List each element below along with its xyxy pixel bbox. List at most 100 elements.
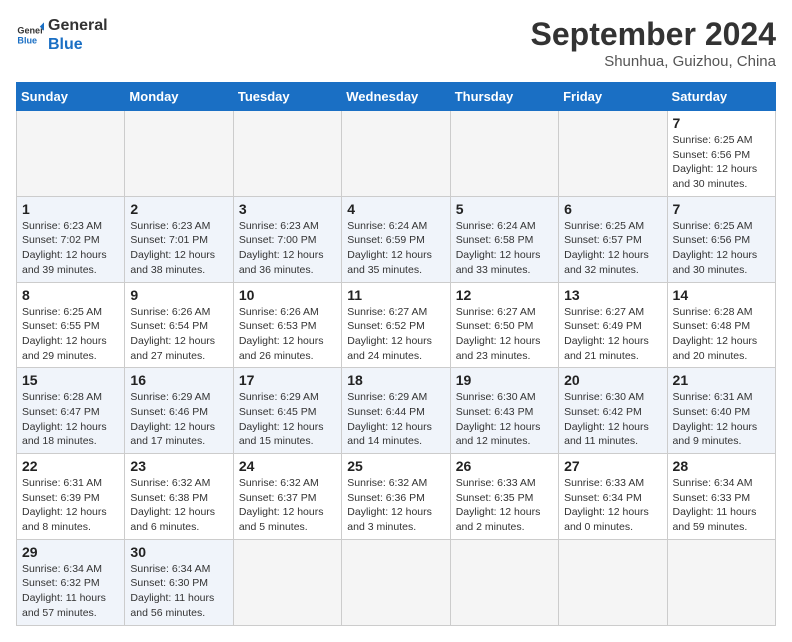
day-number: 13 — [564, 287, 661, 303]
table-cell — [342, 539, 450, 625]
day-number: 28 — [673, 458, 770, 474]
col-sunday: Sunday — [17, 83, 125, 111]
sunrise-text: Sunrise: 6:27 AM — [456, 306, 536, 318]
table-cell: 19 Sunrise: 6:30 AM Sunset: 6:43 PM Dayl… — [450, 368, 558, 454]
sunset-text: Sunset: 6:32 PM — [22, 577, 100, 589]
sunset-text: Sunset: 6:47 PM — [22, 406, 100, 418]
calendar-row: 29 Sunrise: 6:34 AM Sunset: 6:32 PM Dayl… — [17, 539, 776, 625]
sunset-text: Sunset: 6:56 PM — [673, 234, 751, 246]
daylight-text: Daylight: 12 hours and 2 minutes. — [456, 506, 541, 533]
table-cell — [342, 111, 450, 197]
sunset-text: Sunset: 6:37 PM — [239, 492, 317, 504]
sunset-text: Sunset: 6:59 PM — [347, 234, 425, 246]
calendar-row: 7 Sunrise: 6:25 AM Sunset: 6:56 PM Dayli… — [17, 111, 776, 197]
sunset-text: Sunset: 6:42 PM — [564, 406, 642, 418]
sunrise-text: Sunrise: 6:33 AM — [456, 477, 536, 489]
logo-icon: General Blue — [16, 21, 44, 49]
logo-text-general: General — [48, 16, 108, 35]
day-number: 22 — [22, 458, 119, 474]
sunset-text: Sunset: 6:55 PM — [22, 320, 100, 332]
daylight-text: Daylight: 12 hours and 21 minutes. — [564, 335, 649, 362]
sunrise-text: Sunrise: 6:25 AM — [673, 220, 753, 232]
daylight-text: Daylight: 12 hours and 11 minutes. — [564, 421, 649, 448]
sunrise-text: Sunrise: 6:25 AM — [673, 134, 753, 146]
daylight-text: Daylight: 12 hours and 30 minutes. — [673, 163, 758, 190]
day-number: 1 — [22, 201, 119, 217]
col-wednesday: Wednesday — [342, 83, 450, 111]
table-cell: 20 Sunrise: 6:30 AM Sunset: 6:42 PM Dayl… — [559, 368, 667, 454]
table-cell: 11 Sunrise: 6:27 AM Sunset: 6:52 PM Dayl… — [342, 282, 450, 368]
daylight-text: Daylight: 12 hours and 23 minutes. — [456, 335, 541, 362]
daylight-text: Daylight: 12 hours and 12 minutes. — [456, 421, 541, 448]
sunset-text: Sunset: 6:46 PM — [130, 406, 208, 418]
table-cell: 15 Sunrise: 6:28 AM Sunset: 6:47 PM Dayl… — [17, 368, 125, 454]
day-number: 14 — [673, 287, 770, 303]
table-cell: 6 Sunrise: 6:25 AM Sunset: 6:57 PM Dayli… — [559, 196, 667, 282]
table-cell: 25 Sunrise: 6:32 AM Sunset: 6:36 PM Dayl… — [342, 454, 450, 540]
sunrise-text: Sunrise: 6:31 AM — [22, 477, 102, 489]
sunset-text: Sunset: 7:01 PM — [130, 234, 208, 246]
daylight-text: Daylight: 12 hours and 33 minutes. — [456, 249, 541, 276]
table-cell — [450, 111, 558, 197]
table-cell: 27 Sunrise: 6:33 AM Sunset: 6:34 PM Dayl… — [559, 454, 667, 540]
sunrise-text: Sunrise: 6:28 AM — [673, 306, 753, 318]
daylight-text: Daylight: 12 hours and 39 minutes. — [22, 249, 107, 276]
sunrise-text: Sunrise: 6:25 AM — [22, 306, 102, 318]
table-cell: 23 Sunrise: 6:32 AM Sunset: 6:38 PM Dayl… — [125, 454, 233, 540]
day-number: 21 — [673, 372, 770, 388]
col-friday: Friday — [559, 83, 667, 111]
day-number: 12 — [456, 287, 553, 303]
day-number: 3 — [239, 201, 336, 217]
sunrise-text: Sunrise: 6:30 AM — [456, 391, 536, 403]
sunset-text: Sunset: 6:30 PM — [130, 577, 208, 589]
sunrise-text: Sunrise: 6:26 AM — [239, 306, 319, 318]
table-cell: 13 Sunrise: 6:27 AM Sunset: 6:49 PM Dayl… — [559, 282, 667, 368]
table-cell: 17 Sunrise: 6:29 AM Sunset: 6:45 PM Dayl… — [233, 368, 341, 454]
sunset-text: Sunset: 6:44 PM — [347, 406, 425, 418]
sunset-text: Sunset: 6:57 PM — [564, 234, 642, 246]
sunrise-text: Sunrise: 6:31 AM — [673, 391, 753, 403]
daylight-text: Daylight: 12 hours and 24 minutes. — [347, 335, 432, 362]
sunset-text: Sunset: 6:38 PM — [130, 492, 208, 504]
page-header: General Blue General Blue September 2024… — [16, 16, 776, 70]
table-cell — [667, 539, 775, 625]
table-cell — [233, 111, 341, 197]
day-number: 19 — [456, 372, 553, 388]
location: Shunhua, Guizhou, China — [531, 53, 776, 70]
daylight-text: Daylight: 12 hours and 14 minutes. — [347, 421, 432, 448]
table-cell: 9 Sunrise: 6:26 AM Sunset: 6:54 PM Dayli… — [125, 282, 233, 368]
sunrise-text: Sunrise: 6:23 AM — [22, 220, 102, 232]
sunrise-text: Sunrise: 6:32 AM — [347, 477, 427, 489]
day-number: 7 — [673, 115, 770, 131]
sunset-text: Sunset: 6:39 PM — [22, 492, 100, 504]
calendar-header-row: Sunday Monday Tuesday Wednesday Thursday… — [17, 83, 776, 111]
daylight-text: Daylight: 12 hours and 15 minutes. — [239, 421, 324, 448]
col-monday: Monday — [125, 83, 233, 111]
day-number: 11 — [347, 287, 444, 303]
svg-text:General: General — [17, 26, 44, 36]
sunrise-text: Sunrise: 6:24 AM — [347, 220, 427, 232]
sunset-text: Sunset: 6:52 PM — [347, 320, 425, 332]
day-number: 24 — [239, 458, 336, 474]
daylight-text: Daylight: 12 hours and 20 minutes. — [673, 335, 758, 362]
sunrise-text: Sunrise: 6:23 AM — [130, 220, 210, 232]
table-cell — [559, 111, 667, 197]
daylight-text: Daylight: 11 hours and 59 minutes. — [673, 506, 757, 533]
sunrise-text: Sunrise: 6:29 AM — [347, 391, 427, 403]
daylight-text: Daylight: 12 hours and 0 minutes. — [564, 506, 649, 533]
calendar-row: 22 Sunrise: 6:31 AM Sunset: 6:39 PM Dayl… — [17, 454, 776, 540]
sunset-text: Sunset: 6:53 PM — [239, 320, 317, 332]
daylight-text: Daylight: 12 hours and 5 minutes. — [239, 506, 324, 533]
daylight-text: Daylight: 12 hours and 36 minutes. — [239, 249, 324, 276]
daylight-text: Daylight: 12 hours and 18 minutes. — [22, 421, 107, 448]
sunrise-text: Sunrise: 6:33 AM — [564, 477, 644, 489]
sunset-text: Sunset: 7:02 PM — [22, 234, 100, 246]
sunset-text: Sunset: 6:35 PM — [456, 492, 534, 504]
sunset-text: Sunset: 6:58 PM — [456, 234, 534, 246]
sunrise-text: Sunrise: 6:24 AM — [456, 220, 536, 232]
sunrise-text: Sunrise: 6:30 AM — [564, 391, 644, 403]
table-cell: 29 Sunrise: 6:34 AM Sunset: 6:32 PM Dayl… — [17, 539, 125, 625]
sunrise-text: Sunrise: 6:34 AM — [673, 477, 753, 489]
table-cell: 7 Sunrise: 6:25 AM Sunset: 6:56 PM Dayli… — [667, 111, 775, 197]
sunset-text: Sunset: 6:48 PM — [673, 320, 751, 332]
